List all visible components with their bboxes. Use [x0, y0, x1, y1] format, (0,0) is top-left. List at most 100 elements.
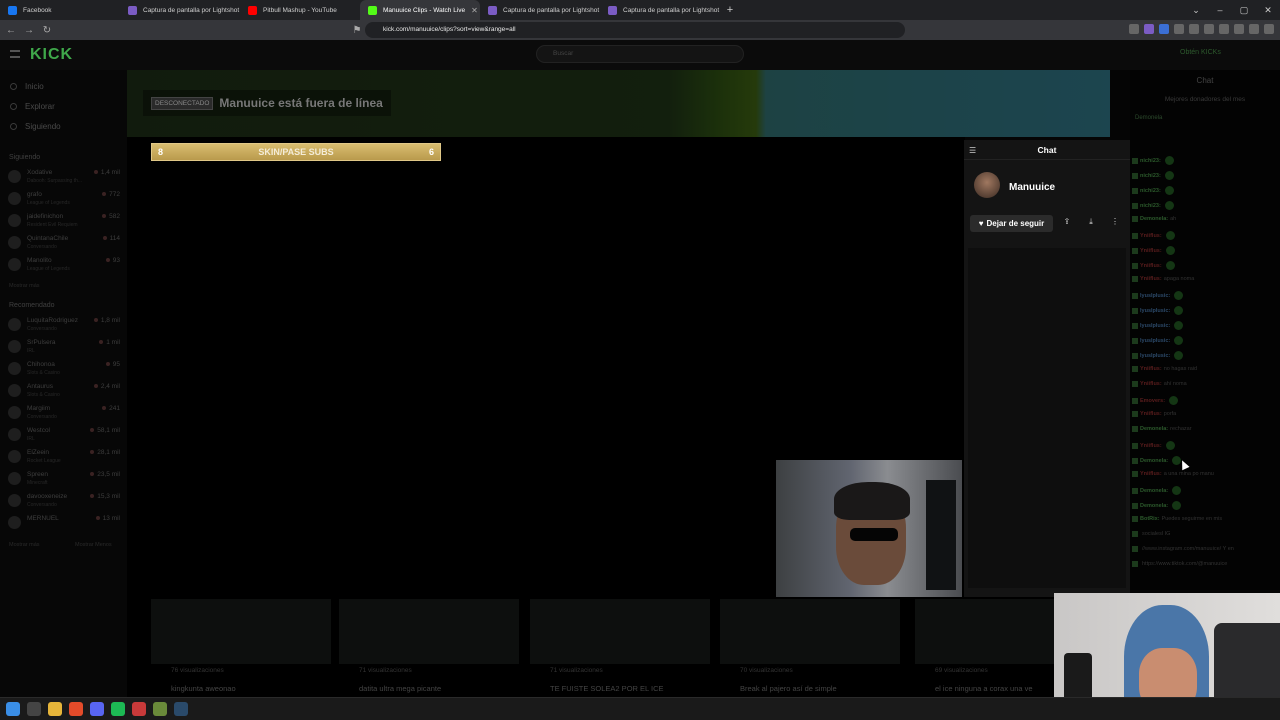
extension-icon[interactable] — [1249, 24, 1259, 34]
chat-username[interactable]: nichi23: — [1140, 158, 1161, 164]
chat-username[interactable]: Yniiflus: — [1140, 366, 1162, 372]
channel-item[interactable]: LuquitaRodriguez Conversando 1,8 mil — [8, 316, 120, 336]
chat-username[interactable]: lyuslplusic: — [1140, 308, 1170, 314]
chat-username[interactable]: Yniiflus: — [1140, 263, 1162, 269]
minimize-icon[interactable]: – — [1208, 0, 1232, 20]
extension-icon[interactable] — [1174, 24, 1184, 34]
discord-icon[interactable] — [90, 702, 104, 716]
chat-username[interactable]: lyuslplusic: — [1140, 323, 1170, 329]
channel-item[interactable]: davooxeneize Conversando 15,3 mil — [8, 492, 120, 512]
channel-item[interactable]: SrPulsera IRL 1 mil — [8, 338, 120, 358]
chat-username[interactable]: Yniiflus: — [1140, 471, 1162, 477]
chat-username[interactable]: nichi23: — [1140, 203, 1161, 209]
steam-icon[interactable] — [174, 702, 188, 716]
get-kicks-button[interactable]: Obtén KICKs — [1180, 49, 1221, 56]
close-window-icon[interactable]: ✕ — [1256, 0, 1280, 20]
clip-thumbnail[interactable] — [720, 599, 900, 664]
kick-logo[interactable]: KICK — [30, 46, 73, 64]
chat-username[interactable]: lyuslplusic: — [1140, 353, 1170, 359]
channel-item[interactable]: MERNUEL 13 mil — [8, 514, 120, 534]
chat-username[interactable]: Demonela: — [1140, 488, 1168, 494]
browser-tab-active[interactable]: Manuuice Clips - Watch Live ✕ — [360, 0, 480, 20]
chat-username[interactable]: BotRix: — [1140, 516, 1160, 522]
clip-card[interactable]: 70 visualizaciones Break al pajero así de… — [720, 597, 900, 697]
extension-icon[interactable] — [1129, 24, 1139, 34]
browser-tab[interactable]: Captura de pantalla por Lightshot — [120, 0, 240, 20]
chat-username[interactable]: lyuslplusic: — [1140, 338, 1170, 344]
browser-tab[interactable]: Captura de pantalla por Lightshot — [480, 0, 600, 20]
chat-username[interactable]: Demonela: — [1140, 426, 1168, 432]
top-donor-name[interactable]: Demonela — [1135, 115, 1162, 121]
clip-thumbnail[interactable] — [530, 599, 710, 664]
reload-icon[interactable]: ↻ — [40, 25, 54, 36]
channel-item[interactable]: Westcol IRL 58,1 mil — [8, 426, 120, 446]
chat-username[interactable]: Yniiflus: — [1140, 443, 1162, 449]
channel-item[interactable]: QuintanaChile Conversando 114 — [8, 234, 120, 254]
extension-icon[interactable] — [1204, 24, 1214, 34]
share-icon[interactable]: ⇪ — [1061, 217, 1073, 226]
channel-item[interactable]: ElZeein Rocket League 28,1 mil — [8, 448, 120, 468]
clip-card[interactable]: 71 visualizaciones datita ultra mega pica… — [339, 597, 519, 697]
clip-thumbnail[interactable] — [151, 599, 331, 664]
chat-username[interactable]: Demonela: — [1140, 503, 1168, 509]
search-icon[interactable] — [27, 702, 41, 716]
clip-title[interactable]: TE FUISTE SOLEA2 POR EL ICE — [550, 684, 664, 693]
channel-item[interactable]: Manolito League of Legends 93 — [8, 256, 120, 276]
unfollow-button[interactable]: ♥ Dejar de seguir — [970, 215, 1053, 232]
menu-icon[interactable] — [1264, 24, 1274, 34]
clip-thumbnail[interactable] — [339, 599, 519, 664]
channel-item[interactable]: jaidefinichon Resident Evil Requiem 582 — [8, 212, 120, 232]
browser-tab[interactable]: Pitbull Mashup - YouTube — [240, 0, 360, 20]
chat-username[interactable]: Yniiflus: — [1140, 276, 1162, 282]
channel-item[interactable]: Chihonoa Slots & Casino 95 — [8, 360, 120, 380]
folder-icon[interactable] — [48, 702, 62, 716]
chat-username[interactable]: Yniiflus: — [1140, 233, 1162, 239]
clip-title[interactable]: el ice ninguna a corax una ve — [935, 684, 1033, 693]
search-input[interactable]: Buscar — [536, 45, 744, 63]
clip-title[interactable]: kingkunta aweonao — [171, 684, 236, 693]
channel-item[interactable]: Spreen Minecraft 23,5 mil — [8, 470, 120, 490]
show-more-link[interactable]: Mostrar más — [9, 283, 40, 289]
chevron-down-icon[interactable]: ⌄ — [1184, 0, 1208, 20]
show-less-link[interactable]: Mostrar Menos — [75, 542, 112, 548]
clip-card[interactable]: 76 visualizaciones kingkunta aweonao — [151, 597, 331, 697]
chat-username[interactable]: Yniiflus: — [1140, 411, 1162, 417]
sidebar-item-explore[interactable]: Explorar — [10, 102, 55, 111]
clip-card[interactable]: 71 visualizaciones TE FUISTE SOLEA2 POR E… — [530, 597, 710, 697]
chat-username[interactable]: nichi23: — [1140, 173, 1161, 179]
chat-username[interactable]: Emovers: — [1140, 398, 1165, 404]
extension-icon[interactable] — [1219, 24, 1229, 34]
chat-username[interactable]: Yniiflus: — [1140, 381, 1162, 387]
more-options-icon[interactable]: ⋮ — [1109, 217, 1121, 226]
chat-username[interactable]: Yniiflus: — [1140, 248, 1162, 254]
windows-start-icon[interactable] — [6, 702, 20, 716]
streamer-name[interactable]: Manuuice — [1009, 182, 1055, 193]
clip-title[interactable]: datita ultra mega picante — [359, 684, 441, 693]
avatar[interactable] — [974, 172, 1000, 198]
channel-item[interactable]: Margiim Conversando 241 — [8, 404, 120, 424]
channel-item[interactable]: Xodative Dabooh: Surpassing th... 1,4 mil — [8, 168, 120, 188]
extension-icon[interactable] — [1189, 24, 1199, 34]
chat-username[interactable]: lyuslplusic: — [1140, 293, 1170, 299]
brave-browser-icon[interactable] — [69, 702, 83, 716]
maximize-icon[interactable]: ▢ — [1232, 0, 1256, 20]
chat-username[interactable]: nichi23: — [1140, 188, 1161, 194]
chat-username[interactable]: Demonela: — [1140, 458, 1168, 464]
browser-tab[interactable]: Captura de pantalla por Lightshot — [600, 0, 720, 20]
sidebar-item-following[interactable]: Siguiendo — [10, 122, 61, 131]
channel-item[interactable]: grafo League of Legends 772 — [8, 190, 120, 210]
app-icon[interactable] — [153, 702, 167, 716]
browser-tab[interactable]: Facebook — [0, 0, 120, 20]
address-bar[interactable]: kick.com/manuuice/clips?sort=view&range=… — [365, 22, 905, 38]
extension-icon[interactable] — [1144, 24, 1154, 34]
spotify-icon[interactable] — [111, 702, 125, 716]
hamburger-icon[interactable] — [10, 50, 20, 58]
close-tab-icon[interactable]: ✕ — [471, 6, 478, 15]
app-icon[interactable] — [132, 702, 146, 716]
chat-username[interactable]: Demonela: — [1140, 216, 1168, 222]
forward-icon[interactable]: → — [22, 25, 36, 36]
new-tab-icon[interactable]: + — [720, 4, 740, 16]
channel-item[interactable]: Antaurus Slots & Casino 2,4 mil — [8, 382, 120, 402]
extension-icon[interactable] — [1159, 24, 1169, 34]
show-more-link[interactable]: Mostrar más — [9, 542, 40, 548]
